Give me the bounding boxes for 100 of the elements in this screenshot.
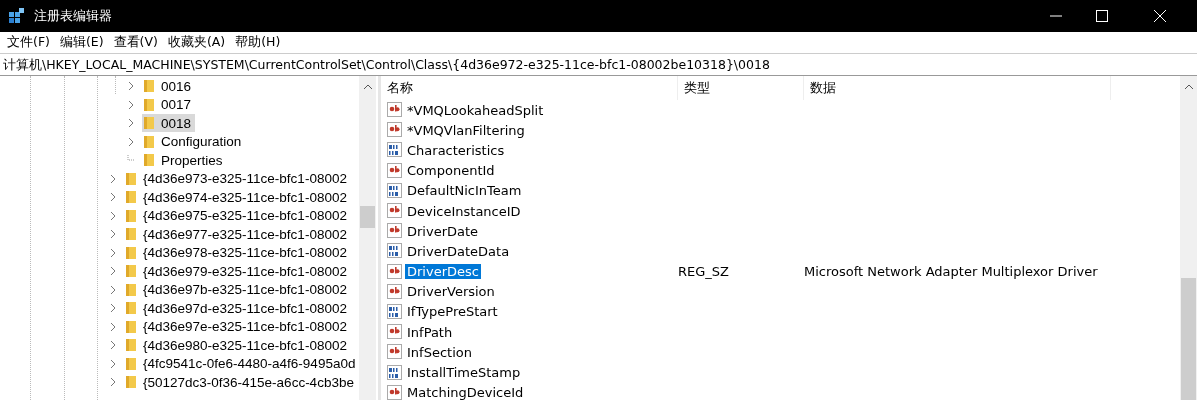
folder-icon bbox=[125, 190, 137, 205]
folder-icon bbox=[125, 338, 137, 353]
tree-item[interactable]: {50127dc3-0f36-415e-a6cc-4cb3be bbox=[124, 373, 358, 392]
binary-value-icon bbox=[387, 182, 403, 199]
expand-icon[interactable] bbox=[127, 81, 135, 92]
string-value-icon bbox=[387, 102, 403, 119]
string-value-icon bbox=[387, 283, 403, 300]
tree-item[interactable]: {4d36e980-e325-11ce-bfc1-08002 bbox=[124, 336, 351, 355]
folder-icon bbox=[143, 97, 155, 112]
folder-icon bbox=[125, 171, 137, 186]
string-value-icon bbox=[387, 162, 403, 179]
expand-icon[interactable] bbox=[109, 303, 117, 314]
string-value-icon bbox=[387, 122, 403, 139]
value-data: Microsoft Network Adapter Multiplexor Driver bbox=[804, 264, 1098, 280]
binary-value-icon bbox=[387, 243, 403, 260]
tree-item[interactable]: 0017 bbox=[142, 95, 196, 114]
tree-item[interactable]: {4d36e97b-e325-11ce-bfc1-08002 bbox=[124, 280, 351, 299]
scrollbar-thumb[interactable] bbox=[1181, 278, 1196, 400]
value-name[interactable]: DeviceInstanceID bbox=[405, 203, 523, 219]
tree-item[interactable]: {4d36e97e-e325-11ce-bfc1-08002 bbox=[124, 317, 351, 336]
folder-icon bbox=[143, 79, 155, 94]
expand-icon[interactable] bbox=[109, 192, 117, 203]
window-title: 注册表编辑器 bbox=[34, 7, 112, 25]
menu-item[interactable]: 编辑(E) bbox=[54, 34, 109, 51]
value-name[interactable]: ComponentId bbox=[405, 163, 497, 179]
expand-icon[interactable] bbox=[109, 229, 117, 240]
tree-item[interactable]: {4d36e978-e325-11ce-bfc1-08002 bbox=[124, 243, 351, 262]
value-name[interactable]: DriverDesc bbox=[405, 264, 481, 280]
value-name[interactable]: *VMQVlanFiltering bbox=[405, 122, 527, 138]
scroll-up-icon[interactable] bbox=[363, 84, 373, 90]
value-name[interactable]: DriverDate bbox=[405, 223, 481, 239]
folder-icon bbox=[143, 116, 155, 131]
folder-icon bbox=[125, 245, 137, 260]
binary-value-icon bbox=[387, 303, 403, 320]
expand-icon[interactable] bbox=[109, 321, 117, 332]
expand-icon[interactable] bbox=[109, 340, 117, 351]
value-name[interactable]: IfTypePreStart bbox=[405, 304, 500, 320]
binary-value-icon bbox=[387, 364, 403, 381]
expand-icon[interactable] bbox=[127, 136, 135, 147]
value-type: REG_SZ bbox=[678, 264, 729, 280]
folder-icon bbox=[125, 227, 137, 242]
folder-icon bbox=[125, 282, 137, 297]
expand-icon[interactable] bbox=[109, 247, 117, 258]
value-name[interactable]: DriverDateData bbox=[405, 243, 512, 259]
tree-item[interactable]: {4d36e973-e325-11ce-bfc1-08002 bbox=[124, 169, 351, 188]
expand-icon[interactable] bbox=[109, 210, 117, 221]
maximize-icon bbox=[1096, 10, 1108, 22]
tree-item[interactable]: Properties bbox=[142, 151, 227, 170]
column-header[interactable]: 数据 bbox=[804, 76, 1111, 100]
menu-item[interactable]: 查看(V) bbox=[108, 34, 163, 51]
expand-icon[interactable] bbox=[109, 377, 117, 388]
folder-icon bbox=[143, 134, 155, 149]
scrollbar[interactable] bbox=[1180, 76, 1197, 400]
tree-item[interactable]: Configuration bbox=[142, 132, 246, 151]
expand-icon[interactable] bbox=[109, 173, 117, 184]
expand-icon[interactable] bbox=[127, 118, 135, 129]
value-name[interactable]: *VMQLookaheadSplit bbox=[405, 102, 546, 118]
address-bar[interactable]: 计算机\HKEY_LOCAL_MACHINE\SYSTEM\CurrentControlSet\Control\Class\{4d36e972-e325-11ce-bfc1-08002be10318}\0018 bbox=[0, 54, 1197, 76]
folder-icon bbox=[125, 264, 137, 279]
tree-item[interactable]: {4d36e974-e325-11ce-bfc1-08002 bbox=[124, 188, 351, 207]
tree-item[interactable]: {4d36e97d-e325-11ce-bfc1-08002 bbox=[124, 299, 351, 318]
scrollbar-thumb[interactable] bbox=[360, 206, 375, 228]
tree-item[interactable]: {4d36e975-e325-11ce-bfc1-08002 bbox=[124, 206, 351, 225]
menu-item[interactable]: 帮助(H) bbox=[230, 34, 286, 51]
expand-icon[interactable] bbox=[109, 284, 117, 295]
value-name[interactable]: Characteristics bbox=[405, 142, 507, 158]
string-value-icon bbox=[387, 203, 403, 220]
tree-item[interactable]: 0018 bbox=[142, 114, 196, 133]
column-header[interactable]: 名称 bbox=[381, 76, 678, 100]
tree-item[interactable]: 0016 bbox=[142, 77, 196, 96]
menu-item[interactable]: 收藏夹(A) bbox=[162, 34, 231, 51]
folder-icon bbox=[125, 375, 137, 390]
tree-item[interactable]: {4fc9541c-0fe6-4480-a4f6-9495a0d bbox=[124, 354, 360, 373]
folder-icon bbox=[125, 356, 137, 371]
string-value-icon bbox=[387, 263, 403, 280]
tree-item[interactable]: {4d36e977-e325-11ce-bfc1-08002 bbox=[124, 225, 351, 244]
string-value-icon bbox=[387, 344, 403, 361]
expand-icon[interactable] bbox=[109, 266, 117, 277]
value-name[interactable]: DefaultNicInTeam bbox=[405, 183, 524, 199]
expand-icon[interactable] bbox=[109, 358, 117, 369]
expand-icon[interactable] bbox=[127, 99, 135, 110]
column-header[interactable]: 类型 bbox=[678, 76, 804, 100]
value-name[interactable]: InfPath bbox=[405, 324, 455, 340]
string-value-icon bbox=[387, 223, 403, 240]
value-name[interactable]: InfSection bbox=[405, 344, 474, 360]
value-name[interactable]: InstallTimeStamp bbox=[405, 365, 523, 381]
close-icon bbox=[1154, 10, 1166, 22]
string-value-icon bbox=[387, 324, 403, 341]
binary-value-icon bbox=[387, 142, 403, 159]
scrollbar[interactable] bbox=[359, 76, 376, 400]
scroll-up-icon[interactable] bbox=[1184, 84, 1194, 90]
tree-item[interactable]: {4d36e979-e325-11ce-bfc1-08002 bbox=[124, 262, 351, 281]
folder-icon bbox=[125, 319, 137, 334]
menu-item[interactable]: 文件(F) bbox=[2, 34, 55, 51]
folder-icon bbox=[143, 153, 155, 168]
folder-icon bbox=[125, 301, 137, 316]
value-name[interactable]: MatchingDeviceId bbox=[405, 385, 526, 400]
value-name[interactable]: DriverVersion bbox=[405, 284, 497, 300]
folder-icon bbox=[125, 208, 137, 223]
app-icon bbox=[8, 7, 26, 25]
